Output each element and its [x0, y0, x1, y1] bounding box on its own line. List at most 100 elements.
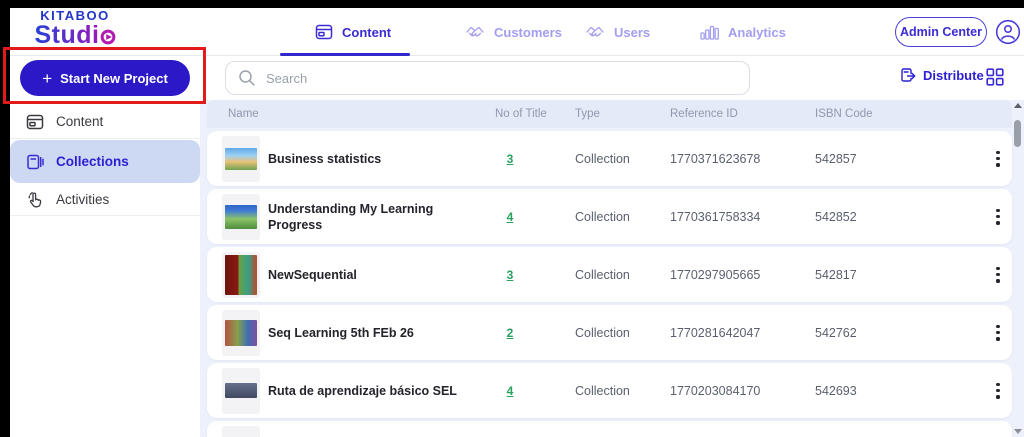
- toolbar: Distribute: [200, 56, 1024, 100]
- grid-view-icon[interactable]: [986, 68, 1004, 86]
- table-row[interactable]: Seq Learning 5th FEb 26 2 Collection 177…: [207, 305, 1012, 360]
- content-icon: [315, 24, 333, 40]
- table-viewport: Name No of Title Type Reference ID ISBN Code…: [200, 100, 1024, 437]
- row-name: NewSequential: [268, 267, 357, 282]
- start-new-project-label: Start New Project: [60, 70, 168, 86]
- row-thumbnail-frame: [222, 193, 260, 240]
- distribute-button[interactable]: Distribute: [900, 67, 984, 83]
- row-actions-menu[interactable]: [990, 208, 1006, 226]
- scrollbar-thumb[interactable]: [1014, 120, 1021, 147]
- column-header: Type: [575, 108, 600, 120]
- row-thumbnail: [225, 254, 257, 295]
- search-icon: [239, 70, 255, 86]
- row-reference-id: 1770361758334: [670, 209, 761, 224]
- tab-label: Content: [342, 24, 392, 40]
- row-type: Collection: [575, 325, 630, 340]
- handshake-icon: [466, 26, 484, 37]
- tab-label: Analytics: [728, 24, 786, 40]
- sidebar-item-content[interactable]: Content: [10, 105, 200, 139]
- table-row[interactable]: Understanding My Learning Progress 4 Col…: [207, 189, 1012, 244]
- admin-center-label: Admin Center: [900, 25, 982, 39]
- row-isbn: 542817: [815, 267, 857, 282]
- sidebar: + Start New Project Content Collections …: [10, 56, 200, 437]
- row-thumbnail: [225, 319, 257, 346]
- row-title-count-link[interactable]: 3: [490, 268, 530, 282]
- hand-pointer-icon: [28, 191, 42, 207]
- row-name: Business statistics: [268, 151, 382, 166]
- table-row[interactable]: Ruta de aprendizaje básico SEL 4 Collect…: [207, 363, 1012, 418]
- row-type: Collection: [575, 267, 630, 282]
- row-thumbnail-frame: [222, 309, 260, 356]
- row-thumbnail: [225, 383, 257, 398]
- row-type: Collection: [575, 209, 630, 224]
- collections-icon: [27, 154, 44, 169]
- column-header: Reference ID: [670, 108, 738, 120]
- row-thumbnail-frame: [222, 367, 260, 414]
- tab-label: Customers: [494, 24, 562, 40]
- admin-center-button[interactable]: Admin Center: [895, 17, 987, 47]
- logo-studio-text: Studi: [35, 21, 116, 49]
- row-type: Collection: [575, 383, 630, 398]
- row-isbn: 542857: [815, 151, 857, 166]
- table-row[interactable]: Business statistics 3 Collection 1770371…: [207, 131, 1012, 186]
- top-header: KITABOO Studi Content Customers Users An…: [10, 8, 1024, 56]
- row-reference-id: 1770297905665: [670, 267, 761, 282]
- column-header: Name: [228, 108, 259, 120]
- row-reference-id: 1770281642047: [670, 325, 761, 340]
- table-row-partial[interactable]: [207, 421, 1012, 437]
- profile-button[interactable]: [995, 19, 1021, 45]
- table-row[interactable]: NewSequential 3 Collection 1770297905665…: [207, 247, 1012, 302]
- plus-icon: +: [42, 68, 53, 88]
- sidebar-item-label: Collections: [56, 154, 129, 169]
- person-circle-icon: [995, 19, 1021, 45]
- row-title-count-link[interactable]: 4: [490, 384, 530, 398]
- search-box: [225, 61, 750, 95]
- handshake-icon: [586, 26, 604, 37]
- start-new-project-button[interactable]: + Start New Project: [20, 60, 190, 96]
- tab-content[interactable]: Content: [315, 17, 391, 47]
- row-name: Seq Learning 5th FEb 26: [268, 325, 414, 340]
- row-isbn: 542693: [815, 383, 857, 398]
- sidebar-item-collections[interactable]: Collections: [10, 140, 200, 183]
- sidebar-item-label: Activities: [56, 192, 110, 207]
- row-thumbnail-frame: [222, 425, 260, 437]
- search-input[interactable]: [266, 70, 749, 86]
- row-title-count-link[interactable]: 2: [490, 326, 530, 340]
- row-title-count-link[interactable]: 4: [490, 210, 530, 224]
- distribute-label: Distribute: [923, 67, 984, 83]
- row-name: Understanding My Learning Progress: [268, 201, 434, 232]
- sidebar-item-label: Content: [56, 114, 104, 129]
- tab-analytics[interactable]: Analytics: [700, 17, 786, 47]
- row-actions-menu[interactable]: [990, 266, 1006, 284]
- sidebar-item-activities[interactable]: Activities: [10, 184, 200, 216]
- row-actions-menu[interactable]: [990, 150, 1006, 168]
- row-reference-id: 1770371623678: [670, 151, 761, 166]
- row-name: Ruta de aprendizaje básico SEL: [268, 383, 457, 398]
- row-actions-menu[interactable]: [990, 382, 1006, 400]
- column-header: No of Title: [495, 108, 547, 120]
- vertical-scrollbar[interactable]: [1013, 100, 1023, 437]
- row-thumbnail-frame: [222, 135, 260, 182]
- row-reference-id: 1770203084170: [670, 383, 761, 398]
- kitaboo-studio-logo: KITABOO Studi: [10, 9, 140, 48]
- row-isbn: 542762: [815, 325, 857, 340]
- row-actions-menu[interactable]: [990, 324, 1006, 342]
- tab-users[interactable]: Users: [585, 17, 650, 47]
- content-icon: [26, 114, 44, 129]
- row-thumbnail: [225, 147, 257, 170]
- row-isbn: 542852: [815, 209, 857, 224]
- table-header-row: Name No of Title Type Reference ID ISBN Code: [207, 100, 1012, 128]
- scroll-up-arrow-icon[interactable]: [1014, 103, 1022, 108]
- column-header: ISBN Code: [815, 108, 873, 120]
- play-icon: [100, 29, 115, 45]
- row-thumbnail-frame: [222, 251, 260, 298]
- row-title-count-link[interactable]: 3: [490, 152, 530, 166]
- scroll-down-arrow-icon[interactable]: [1014, 429, 1022, 434]
- tab-label: Users: [614, 24, 651, 40]
- tab-customers[interactable]: Customers: [465, 17, 562, 47]
- bar-chart-icon: [700, 25, 719, 40]
- distribute-icon: [901, 68, 916, 82]
- row-thumbnail: [225, 204, 257, 229]
- app-window: KITABOO Studi Content Customers Users An…: [10, 8, 1024, 437]
- row-type: Collection: [575, 151, 630, 166]
